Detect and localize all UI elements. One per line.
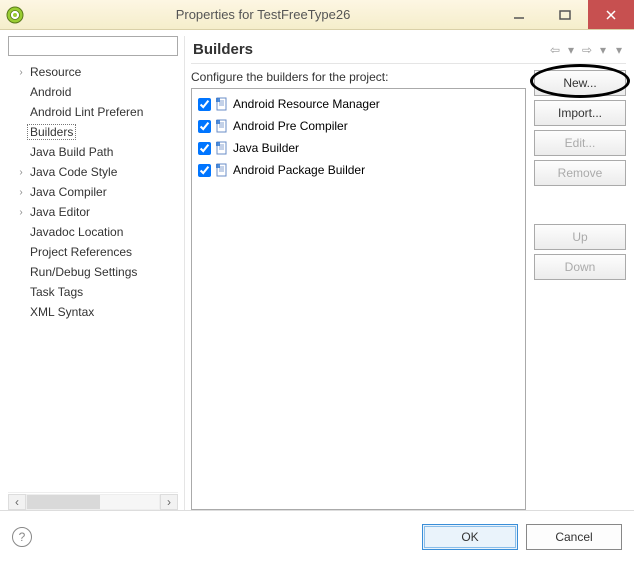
remove-button[interactable]: Remove (534, 160, 626, 186)
edit-button[interactable]: Edit... (534, 130, 626, 156)
scroll-left-icon[interactable]: ‹ (8, 494, 26, 510)
import-button[interactable]: Import... (534, 100, 626, 126)
nav-item[interactable]: ›Resource (8, 62, 178, 82)
maximize-button[interactable] (542, 0, 588, 29)
back-icon[interactable]: ⇦ (548, 43, 562, 57)
nav-item[interactable]: ›Task Tags (8, 282, 178, 302)
up-button[interactable]: Up (534, 224, 626, 250)
nav-item-label: Java Build Path (28, 145, 115, 159)
nav-item-label: XML Syntax (28, 305, 96, 319)
back-menu-icon[interactable]: ▾ (564, 43, 578, 57)
app-icon (6, 6, 24, 24)
nav-item-label: Java Editor (28, 205, 92, 219)
page-nav-toolbar: ⇦ ▾ ⇨ ▾ ▾ (548, 43, 626, 57)
builder-label: Android Pre Compiler (233, 119, 348, 133)
nav-item[interactable]: ›Javadoc Location (8, 222, 178, 242)
nav-item[interactable]: ›Java Compiler (8, 182, 178, 202)
builder-file-icon (215, 141, 229, 155)
nav-item-label: Builders (28, 125, 75, 139)
nav-tree[interactable]: ›Resource›Android›Android Lint Preferen›… (8, 58, 178, 492)
builder-row[interactable]: Android Pre Compiler (198, 115, 519, 137)
nav-item[interactable]: ›Builders (8, 122, 178, 142)
builder-file-icon (215, 119, 229, 133)
builder-file-icon (215, 163, 229, 177)
builder-list[interactable]: Android Resource Manager Android Pre Comp… (191, 88, 526, 510)
nav-item[interactable]: ›Java Code Style (8, 162, 178, 182)
nav-item-label: Project References (28, 245, 134, 259)
down-button[interactable]: Down (534, 254, 626, 280)
builder-checkbox[interactable] (198, 120, 211, 133)
builder-row[interactable]: Android Package Builder (198, 159, 519, 181)
scroll-track[interactable] (26, 494, 160, 510)
builder-file-icon (215, 97, 229, 111)
nav-panel: ›Resource›Android›Android Lint Preferen›… (8, 36, 178, 510)
builder-checkbox[interactable] (198, 164, 211, 177)
nav-item-label: Resource (28, 65, 83, 79)
chevron-right-icon[interactable]: › (14, 167, 28, 178)
button-bar: New... Import... Edit... Remove Up Down (534, 70, 626, 510)
chevron-right-icon[interactable]: › (14, 187, 28, 198)
nav-item[interactable]: ›Java Build Path (8, 142, 178, 162)
ok-button[interactable]: OK (422, 524, 518, 550)
new-button[interactable]: New... (534, 70, 626, 96)
nav-item[interactable]: ›Project References (8, 242, 178, 262)
builder-label: Java Builder (233, 141, 299, 155)
window-title: Properties for TestFreeType26 (30, 7, 496, 22)
page-panel: Builders ⇦ ▾ ⇨ ▾ ▾ Configure the builder… (184, 36, 626, 510)
nav-item-label: Java Code Style (28, 165, 119, 179)
chevron-right-icon[interactable]: › (14, 67, 28, 78)
nav-item-label: Task Tags (28, 285, 85, 299)
help-icon[interactable]: ? (12, 527, 32, 547)
scroll-right-icon[interactable]: › (160, 494, 178, 510)
builder-label: Android Resource Manager (233, 97, 380, 111)
nav-item[interactable]: ›Android (8, 82, 178, 102)
scroll-thumb[interactable] (27, 495, 100, 509)
page-title: Builders (191, 41, 548, 58)
builder-label: Android Package Builder (233, 163, 365, 177)
nav-item-label: Javadoc Location (28, 225, 125, 239)
horizontal-scrollbar[interactable]: ‹ › (8, 492, 178, 510)
minimize-button[interactable] (496, 0, 542, 29)
forward-icon[interactable]: ⇨ (580, 43, 594, 57)
nav-item-label: Android Lint Preferen (28, 105, 145, 119)
page-instruction: Configure the builders for the project: (191, 70, 526, 84)
nav-item[interactable]: ›Java Editor (8, 202, 178, 222)
nav-item-label: Run/Debug Settings (28, 265, 139, 279)
close-button[interactable] (588, 0, 634, 29)
nav-item[interactable]: ›Run/Debug Settings (8, 262, 178, 282)
dialog-button-bar: ? OK Cancel (0, 510, 634, 562)
nav-item-label: Java Compiler (28, 185, 109, 199)
view-menu-icon[interactable]: ▾ (612, 43, 626, 57)
filter-input[interactable] (8, 36, 178, 56)
builder-row[interactable]: Java Builder (198, 137, 519, 159)
titlebar: Properties for TestFreeType26 (0, 0, 634, 30)
nav-item-label: Android (28, 85, 73, 99)
nav-item[interactable]: ›Android Lint Preferen (8, 102, 178, 122)
nav-item[interactable]: ›XML Syntax (8, 302, 178, 322)
cancel-button[interactable]: Cancel (526, 524, 622, 550)
chevron-right-icon[interactable]: › (14, 207, 28, 218)
builder-checkbox[interactable] (198, 98, 211, 111)
builder-checkbox[interactable] (198, 142, 211, 155)
builder-row[interactable]: Android Resource Manager (198, 93, 519, 115)
forward-menu-icon[interactable]: ▾ (596, 43, 610, 57)
